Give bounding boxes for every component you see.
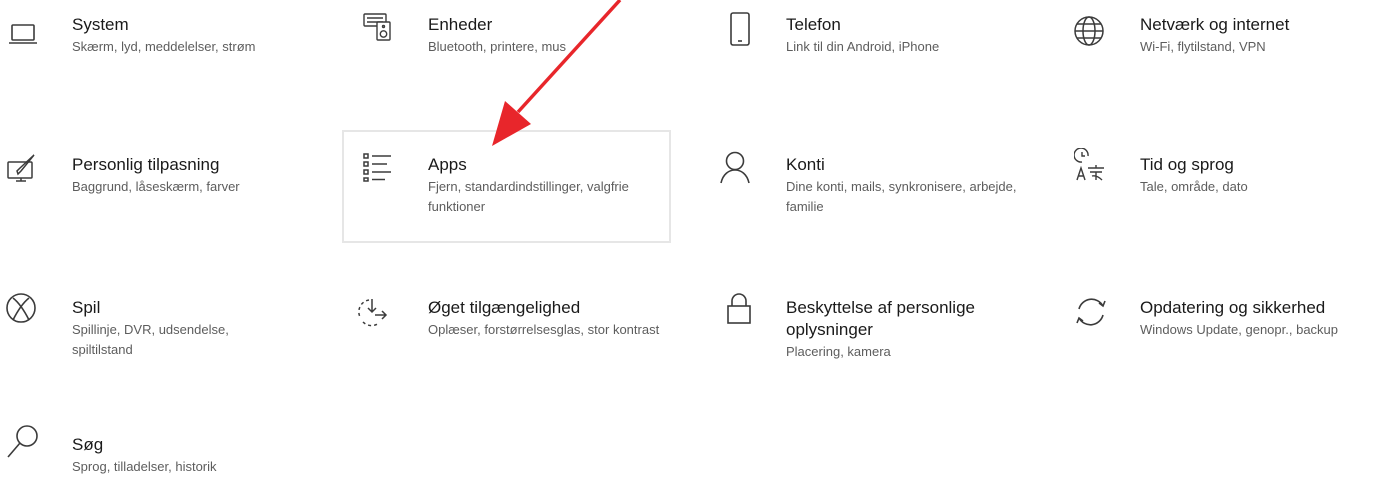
apps-list-icon <box>360 150 394 184</box>
sync-icon <box>1074 295 1108 329</box>
tile-time-language[interactable]: Tid og sprog Tale, område, dato <box>1060 130 1374 245</box>
tile-privacy[interactable]: Beskyttelse af personlige oplysninger Pl… <box>700 275 1030 390</box>
tile-description: Placering, kamera <box>786 344 891 359</box>
tile-description: Wi-Fi, flytilstand, VPN <box>1140 39 1266 54</box>
tile-title: Enheder <box>428 15 493 34</box>
tile-title: Konti <box>786 155 825 174</box>
tile-description: Dine konti, mails, synkronisere, arbejde… <box>786 179 1017 214</box>
tile-description: Oplæser, forstørrelsesglas, stor kontras… <box>428 322 660 337</box>
keyboard-speaker-icon <box>361 10 395 44</box>
tile-update-security[interactable]: Opdatering og sikkerhed Windows Update, … <box>1060 275 1374 390</box>
tile-apps[interactable]: Apps Fjern, standardindstillinger, valgf… <box>342 130 671 243</box>
tile-title: Telefon <box>786 15 841 34</box>
tile-description: Baggrund, låseskærm, farver <box>72 179 240 194</box>
phone-icon <box>723 12 757 46</box>
time-language-icon <box>1074 148 1108 182</box>
tile-gaming[interactable]: Spil Spillinje, DVR, udsendelse, spiltil… <box>0 275 330 390</box>
tile-description: Windows Update, genopr., backup <box>1140 322 1339 337</box>
person-icon <box>718 150 752 184</box>
globe-icon <box>1072 14 1106 48</box>
tile-title: Søg <box>72 435 104 454</box>
tile-description: Sprog, tilladelser, historik <box>72 459 217 474</box>
tile-title: Personlig tilpasning <box>72 155 220 174</box>
tile-title: System <box>72 15 129 34</box>
tile-description: Tale, område, dato <box>1140 179 1248 194</box>
tile-phone[interactable]: Telefon Link til din Android, iPhone <box>700 0 1030 110</box>
tile-description: Bluetooth, printere, mus <box>428 39 567 54</box>
tile-ease-of-access[interactable]: Øget tilgængelighed Oplæser, forstørrels… <box>345 275 675 390</box>
tile-accounts[interactable]: Konti Dine konti, mails, synkronisere, a… <box>700 130 1030 245</box>
tile-network[interactable]: Netværk og internet Wi-Fi, flytilstand, … <box>1060 0 1374 110</box>
tile-personalization[interactable]: Personlig tilpasning Baggrund, låseskærm… <box>0 130 330 245</box>
tile-description: Link til din Android, iPhone <box>786 39 940 54</box>
tile-title: Øget tilgængelighed <box>428 298 581 317</box>
ease-of-access-icon <box>355 295 389 329</box>
tile-title: Beskyttelse af personlige oplysninger <box>786 298 975 339</box>
tile-description: Fjern, standardindstillinger, valgfrie f… <box>428 179 629 214</box>
tile-search[interactable]: Søg Sprog, tilladelser, historik <box>0 410 330 482</box>
tile-devices[interactable]: Enheder Bluetooth, printere, mus <box>345 0 675 110</box>
tile-description: Skærm, lyd, meddelelser, strøm <box>72 39 256 54</box>
tile-system[interactable]: System Skærm, lyd, meddelelser, strøm <box>0 0 330 110</box>
laptop-icon <box>6 16 40 50</box>
xbox-icon <box>4 291 38 325</box>
tile-title: Netværk og internet <box>1140 15 1290 34</box>
tile-title: Apps <box>428 155 467 174</box>
tile-description: Spillinje, DVR, udsendelse, spiltilstand <box>72 322 229 357</box>
tile-title: Spil <box>72 298 101 317</box>
paintbrush-icon <box>4 152 38 186</box>
search-icon <box>6 424 40 458</box>
tile-title: Tid og sprog <box>1140 155 1234 174</box>
lock-icon <box>722 291 756 325</box>
tile-title: Opdatering og sikkerhed <box>1140 298 1326 317</box>
